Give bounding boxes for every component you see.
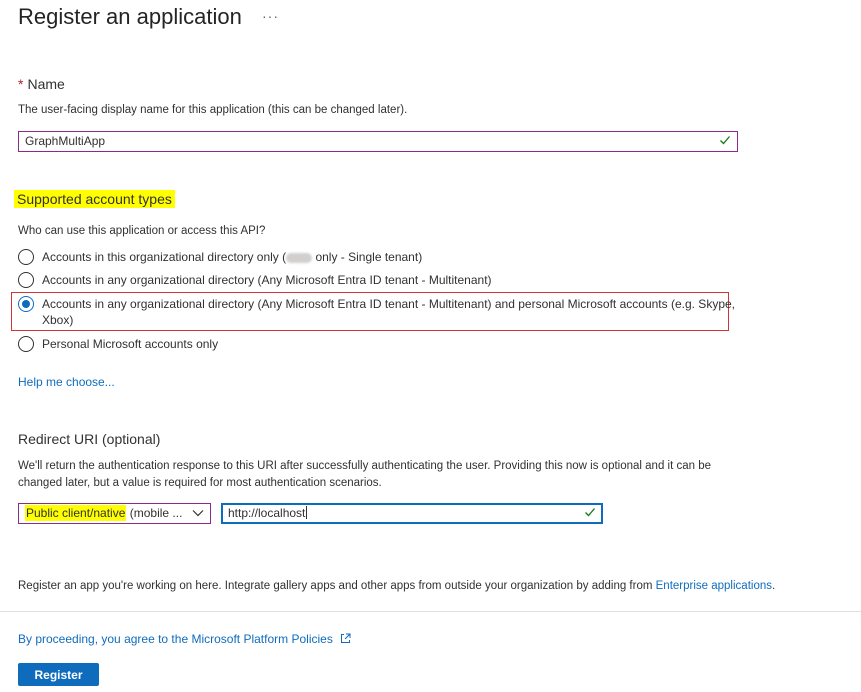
name-description: The user-facing display name for this ap… bbox=[18, 104, 408, 116]
radio-button[interactable] bbox=[18, 272, 34, 288]
required-asterisk: * bbox=[18, 76, 24, 92]
register-info-text: Register an app you're working on here. … bbox=[18, 580, 776, 592]
radio-button-selected[interactable] bbox=[18, 296, 34, 312]
name-input[interactable]: GraphMultiApp bbox=[18, 131, 738, 152]
platform-select-highlight: Public client/native bbox=[25, 505, 127, 521]
radio-button[interactable] bbox=[18, 249, 34, 265]
account-types-label: Supported account types bbox=[14, 190, 175, 208]
redirect-uri-input[interactable]: http://localhost bbox=[221, 503, 603, 524]
account-option-personal-only[interactable]: Personal Microsoft accounts only bbox=[18, 336, 218, 352]
divider bbox=[0, 611, 861, 612]
name-input-value: GraphMultiApp bbox=[25, 134, 106, 148]
redirect-uri-value: http://localhost bbox=[228, 506, 306, 520]
register-button[interactable]: Register bbox=[18, 663, 99, 686]
text-caret bbox=[306, 506, 308, 519]
check-icon bbox=[585, 508, 595, 517]
account-option-single-tenant[interactable]: Accounts in this organizational director… bbox=[18, 249, 422, 265]
redirect-description-line1: We'll return the authentication response… bbox=[18, 460, 712, 472]
chevron-down-icon bbox=[192, 510, 204, 517]
name-label: * Name bbox=[18, 76, 65, 92]
help-me-choose-link[interactable]: Help me choose... bbox=[18, 375, 115, 389]
platform-select[interactable]: Public client/native (mobile ... bbox=[18, 503, 211, 524]
redacted-tenant-name bbox=[286, 252, 313, 263]
account-option-multitenant-personal[interactable]: Accounts in any organizational directory… bbox=[18, 296, 735, 328]
redirect-description-line2: changed later, but a value is required f… bbox=[18, 477, 382, 489]
external-link-icon bbox=[341, 633, 351, 643]
account-types-question: Who can use this application or access t… bbox=[18, 225, 266, 237]
redirect-uri-label: Redirect URI (optional) bbox=[18, 431, 161, 447]
check-icon bbox=[720, 136, 730, 145]
platform-policies-link[interactable]: By proceeding, you agree to the Microsof… bbox=[18, 632, 351, 646]
more-options-button[interactable]: ··· bbox=[262, 8, 279, 24]
page-title: Register an application bbox=[18, 4, 242, 29]
enterprise-applications-link[interactable]: Enterprise applications bbox=[656, 580, 772, 592]
account-option-multitenant[interactable]: Accounts in any organizational directory… bbox=[18, 272, 492, 288]
radio-button[interactable] bbox=[18, 336, 34, 352]
